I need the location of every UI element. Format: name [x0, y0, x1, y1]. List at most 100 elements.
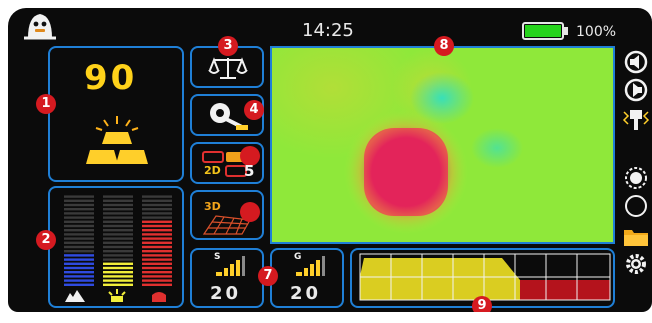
battery-percent: 100% [576, 24, 617, 40]
badge-8: 8 [434, 36, 454, 56]
level-bar-segment [103, 203, 133, 207]
level-bar-segment [142, 266, 172, 270]
sensitivity-value: 20 [210, 283, 242, 304]
level-bar-segment [103, 199, 133, 202]
scan-display[interactable] [270, 46, 615, 244]
level-bar-segment [64, 271, 94, 274]
level-bar-segment [64, 262, 94, 265]
level-bar-segment [64, 203, 94, 207]
level-bar-segment [103, 250, 133, 253]
level-bar-segment [64, 245, 94, 249]
level-bar-segment [103, 258, 133, 261]
speaker-left-icon[interactable] [622, 50, 650, 74]
level-bar-segment [64, 229, 94, 232]
level-bar-segment [142, 258, 172, 261]
level-bar-segment [142, 195, 172, 198]
target-depth-panel: 90 [48, 46, 184, 182]
badge-1: 1 [36, 94, 56, 114]
level-bar-segment [103, 262, 133, 265]
level-bar-segment [142, 241, 172, 244]
level-bar-segment [64, 254, 94, 257]
sensitivity-label: S [214, 252, 221, 262]
level-bar-segment [64, 250, 94, 253]
level-bar-segment [142, 199, 172, 202]
level-bar-segment [103, 220, 133, 223]
sensitivity-button[interactable]: S 20 [190, 248, 264, 308]
depth-value: 90 [84, 58, 138, 98]
level-bar-segment [64, 258, 94, 261]
badge-9: 9 [472, 296, 492, 312]
level-bar-segment [64, 195, 94, 198]
level-bar-segment [142, 250, 172, 253]
detector-screen: 14:25 100% 90 2D 3D S 20 G 20 1 2 3 4 5 … [8, 8, 652, 312]
level-bar-segment [142, 262, 172, 265]
ghost-logo-icon [22, 10, 58, 40]
level-bar-segment [142, 237, 172, 240]
level-bar-segment [142, 203, 172, 207]
badge-4: 4 [244, 100, 264, 120]
light-icon [106, 288, 128, 302]
signal-level-panel [48, 186, 184, 308]
metal-icon [148, 288, 170, 302]
level-bar-segment [103, 275, 133, 278]
level-bar-segment [64, 266, 94, 270]
settings-icon[interactable] [622, 252, 650, 276]
level-bar-segment [142, 271, 172, 274]
level-bar-segment [142, 208, 172, 211]
ground-icon [64, 288, 86, 302]
level-bar-segment [103, 216, 133, 219]
level-bars [56, 192, 180, 286]
level-bar-segment [103, 212, 133, 215]
level-bar-segment [64, 283, 94, 286]
level-bar-segment [142, 275, 172, 278]
level-bar-segment [142, 254, 172, 257]
level-bar-segment [142, 229, 172, 232]
gain-button[interactable]: G 20 [270, 248, 344, 308]
level-bar-segment [103, 233, 133, 236]
level-bar-segment [103, 245, 133, 249]
brightness-icon[interactable] [622, 166, 650, 190]
gold-bars-icon [82, 114, 152, 170]
level-bar-segment [103, 279, 133, 282]
badge-7: 7 [258, 266, 278, 286]
level-bar-segment [103, 229, 133, 232]
badge-3: 3 [218, 36, 238, 56]
badge-6-marker [240, 202, 260, 222]
folder-icon[interactable] [622, 224, 650, 248]
level-bar-segment [142, 245, 172, 249]
view-2d-label: 2D [204, 164, 221, 177]
level-bar-segment [64, 199, 94, 202]
frequency-icon[interactable] [622, 108, 650, 132]
clock-time: 14:25 [302, 20, 354, 41]
level-bar-segment [64, 212, 94, 215]
badge-2: 2 [36, 230, 56, 250]
level-bar-segment [64, 208, 94, 211]
level-bar-segment [103, 241, 133, 244]
level-bar-segment [142, 233, 172, 236]
badge-5-label: 5 [244, 162, 255, 180]
level-bar-segment [103, 195, 133, 198]
level-bar-segment [142, 216, 172, 219]
level-bar-segment [64, 279, 94, 282]
level-bar-segment [142, 212, 172, 215]
level-bar-segment [64, 220, 94, 223]
scale-icon [208, 54, 248, 82]
level-bar-segment [64, 224, 94, 228]
level-bar-segment [103, 254, 133, 257]
level-bar-segment [103, 208, 133, 211]
night-mode-icon[interactable] [622, 194, 650, 218]
battery-icon [522, 22, 570, 40]
level-bar-segment [64, 237, 94, 240]
gear-tool-icon [206, 101, 250, 131]
level-bar-segment [103, 224, 133, 228]
level-bar-segment [103, 266, 133, 270]
gain-label: G [294, 252, 302, 262]
level-bar-segment [142, 224, 172, 228]
speaker-right-icon[interactable] [622, 78, 650, 102]
gain-value: 20 [290, 283, 322, 304]
level-bar-segment [103, 271, 133, 274]
level-bar-segment [64, 241, 94, 244]
level-bar-segment [64, 216, 94, 219]
level-bar-segment [142, 279, 172, 282]
level-bar-segment [64, 233, 94, 236]
